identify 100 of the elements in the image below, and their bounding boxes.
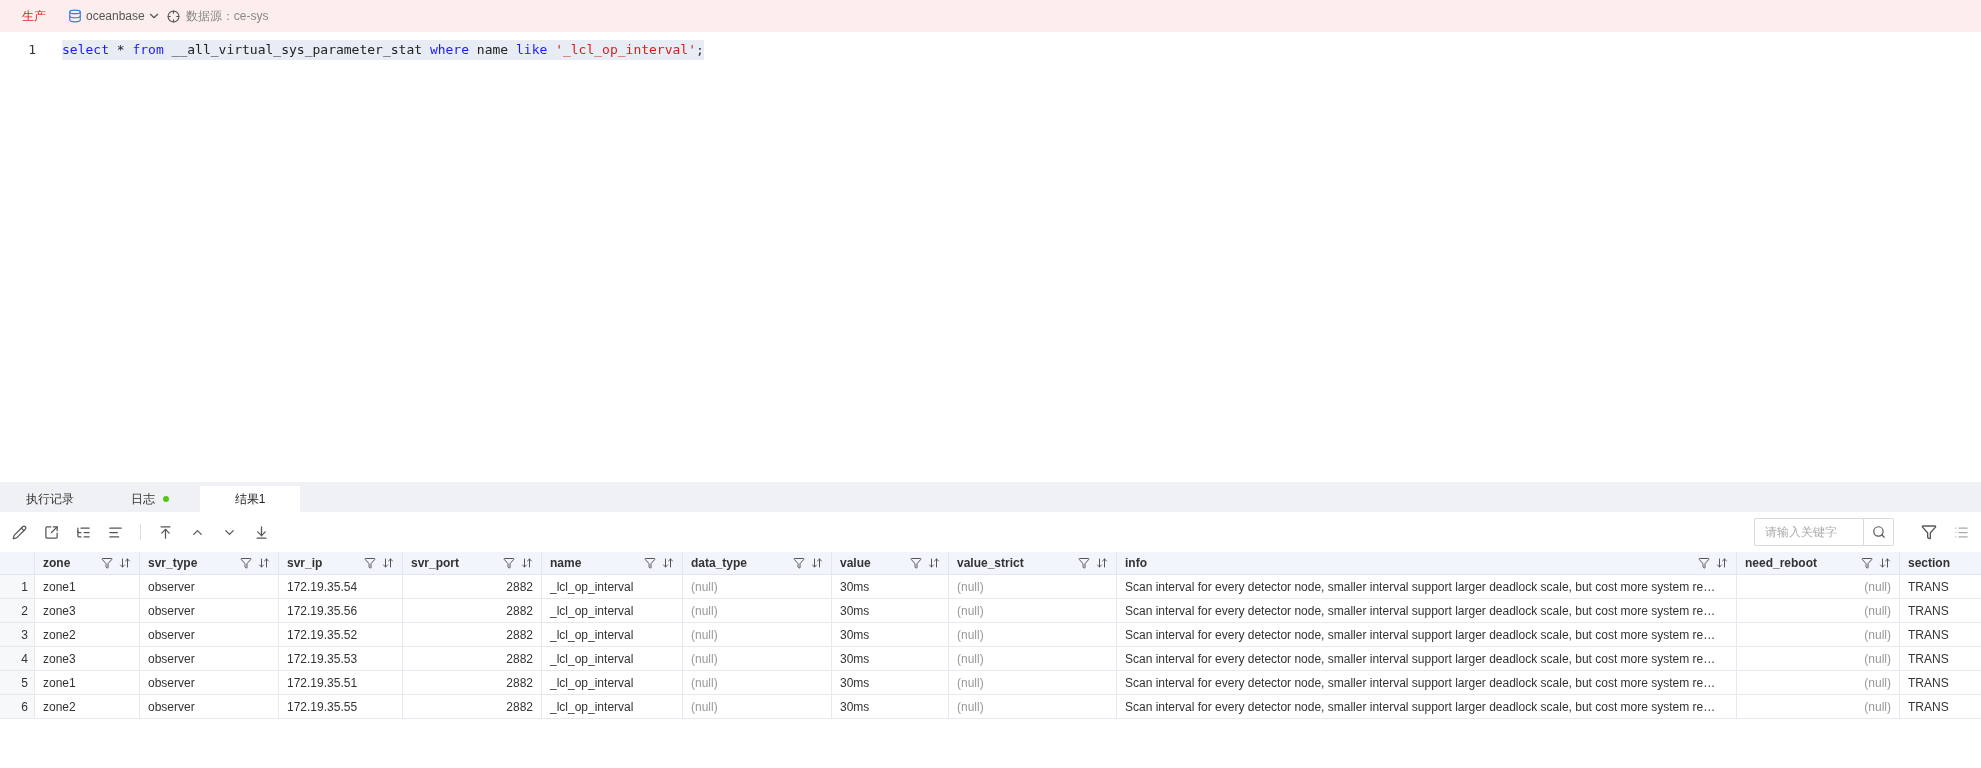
table-cell: 2882 — [402, 623, 541, 646]
search-button[interactable] — [1864, 518, 1894, 546]
column-header[interactable]: data_type — [682, 552, 831, 574]
table-cell: (null) — [682, 671, 831, 694]
column-header[interactable]: need_reboot — [1736, 552, 1899, 574]
table-cell: (null) — [1736, 671, 1899, 694]
database-selector[interactable]: oceanbase — [86, 7, 145, 25]
table-cell: TRANS — [1899, 623, 1981, 646]
filter-icon[interactable] — [503, 557, 515, 569]
table-cell: 2882 — [402, 599, 541, 622]
table-cell: zone3 — [34, 599, 139, 622]
table-cell: 172.19.35.52 — [278, 623, 402, 646]
tree-icon[interactable] — [76, 524, 91, 540]
result-tab[interactable]: 结果1 — [200, 486, 300, 512]
table-cell: (null) — [1736, 647, 1899, 670]
search-icon — [1871, 525, 1886, 539]
column-header[interactable]: value_strict — [948, 552, 1116, 574]
table-cell: TRANS — [1899, 599, 1981, 622]
table-cell: (null) — [1736, 695, 1899, 718]
table-cell: TRANS — [1899, 647, 1981, 670]
table-cell: _lcl_op_interval — [541, 647, 682, 670]
table-cell: (null) — [948, 623, 1116, 646]
table-cell: (null) — [948, 671, 1116, 694]
column-header[interactable]: name — [541, 552, 682, 574]
table-cell: 30ms — [831, 575, 948, 598]
filter-icon[interactable] — [1921, 524, 1937, 540]
table-cell: 30ms — [831, 671, 948, 694]
filter-icon[interactable] — [1078, 557, 1090, 569]
filter-icon[interactable] — [364, 557, 376, 569]
database-icon — [68, 9, 82, 23]
table-cell: Scan interval for every detector node, smaller interval support larger deadlock scale, but cost more system re… — [1116, 647, 1736, 670]
crosshair-icon — [166, 9, 180, 23]
search-field[interactable]: 请输入关键字 — [1754, 518, 1864, 546]
table-cell: 30ms — [831, 623, 948, 646]
column-header[interactable]: svr_type — [139, 552, 278, 574]
table-cell: zone2 — [34, 623, 139, 646]
line-number: 1 — [27, 41, 36, 60]
table-cell: Scan interval for every detector node, smaller interval support larger deadlock scale, but cost more system re… — [1116, 599, 1736, 622]
table-cell: (null) — [1736, 575, 1899, 598]
filter-icon[interactable] — [1861, 557, 1873, 569]
table-cell: observer — [139, 671, 278, 694]
table-cell: 2882 — [402, 695, 541, 718]
table-cell: _lcl_op_interval — [541, 575, 682, 598]
export-icon[interactable] — [44, 524, 59, 540]
sort-icon[interactable] — [662, 557, 674, 569]
filter-icon[interactable] — [644, 557, 656, 569]
table-cell: Scan interval for every detector node, smaller interval support larger deadlock scale, but cost more system re… — [1116, 623, 1736, 646]
table-cell: 2882 — [402, 647, 541, 670]
row-number: 1 — [0, 575, 34, 598]
row-number: 4 — [0, 647, 34, 670]
table-cell: TRANS — [1899, 671, 1981, 694]
table-cell: zone2 — [34, 695, 139, 718]
table-cell: _lcl_op_interval — [541, 599, 682, 622]
result-tab[interactable]: 执行记录 — [0, 486, 100, 512]
table-cell: (null) — [948, 575, 1116, 598]
table-cell: TRANS — [1899, 695, 1981, 718]
table-cell: (null) — [682, 575, 831, 598]
table-cell: 2882 — [402, 575, 541, 598]
sort-icon[interactable] — [521, 557, 533, 569]
column-header[interactable]: section — [1899, 552, 1981, 574]
sort-icon[interactable] — [928, 557, 940, 569]
result-tab[interactable]: 日志 — [100, 486, 200, 512]
sort-icon[interactable] — [258, 557, 270, 569]
filter-icon[interactable] — [1698, 557, 1710, 569]
table-cell: zone1 — [34, 575, 139, 598]
sort-icon[interactable] — [1879, 557, 1891, 569]
first-row-icon[interactable] — [158, 524, 173, 540]
row-number: 6 — [0, 695, 34, 718]
table-cell: observer — [139, 647, 278, 670]
table-cell: (null) — [682, 599, 831, 622]
column-header[interactable]: value — [831, 552, 948, 574]
sort-icon[interactable] — [811, 557, 823, 569]
table-cell: (null) — [948, 647, 1116, 670]
filter-icon[interactable] — [793, 557, 805, 569]
table-cell: zone3 — [34, 647, 139, 670]
align-icon[interactable] — [108, 524, 123, 540]
table-cell: (null) — [1736, 623, 1899, 646]
table-cell: Scan interval for every detector node, smaller interval support larger deadlock scale, but cost more system re… — [1116, 695, 1736, 718]
column-header[interactable]: svr_port — [402, 552, 541, 574]
table-cell: _lcl_op_interval — [541, 623, 682, 646]
column-header[interactable]: info — [1116, 552, 1736, 574]
sql-editor[interactable]: 1 select * from __all_virtual_sys_parameter_stat where name like '_lcl_op_interval'; — [0, 32, 1981, 482]
table-cell: Scan interval for every detector node, smaller interval support larger deadlock scale, but cost more system re… — [1116, 671, 1736, 694]
column-header[interactable]: svr_ip — [278, 552, 402, 574]
table-cell: (null) — [682, 623, 831, 646]
table-cell: _lcl_op_interval — [541, 695, 682, 718]
last-row-icon[interactable] — [254, 524, 269, 540]
sort-icon[interactable] — [1716, 557, 1728, 569]
sort-icon[interactable] — [1096, 557, 1108, 569]
column-header[interactable]: zone — [34, 552, 139, 574]
table-cell: 172.19.35.56 — [278, 599, 402, 622]
filter-icon[interactable] — [101, 557, 113, 569]
filter-icon[interactable] — [910, 557, 922, 569]
sort-icon[interactable] — [119, 557, 131, 569]
filter-icon[interactable] — [240, 557, 252, 569]
sort-icon[interactable] — [382, 557, 394, 569]
table-cell: 2882 — [402, 671, 541, 694]
row-number: 5 — [0, 671, 34, 694]
table-cell: _lcl_op_interval — [541, 671, 682, 694]
edit-icon[interactable] — [12, 524, 27, 540]
